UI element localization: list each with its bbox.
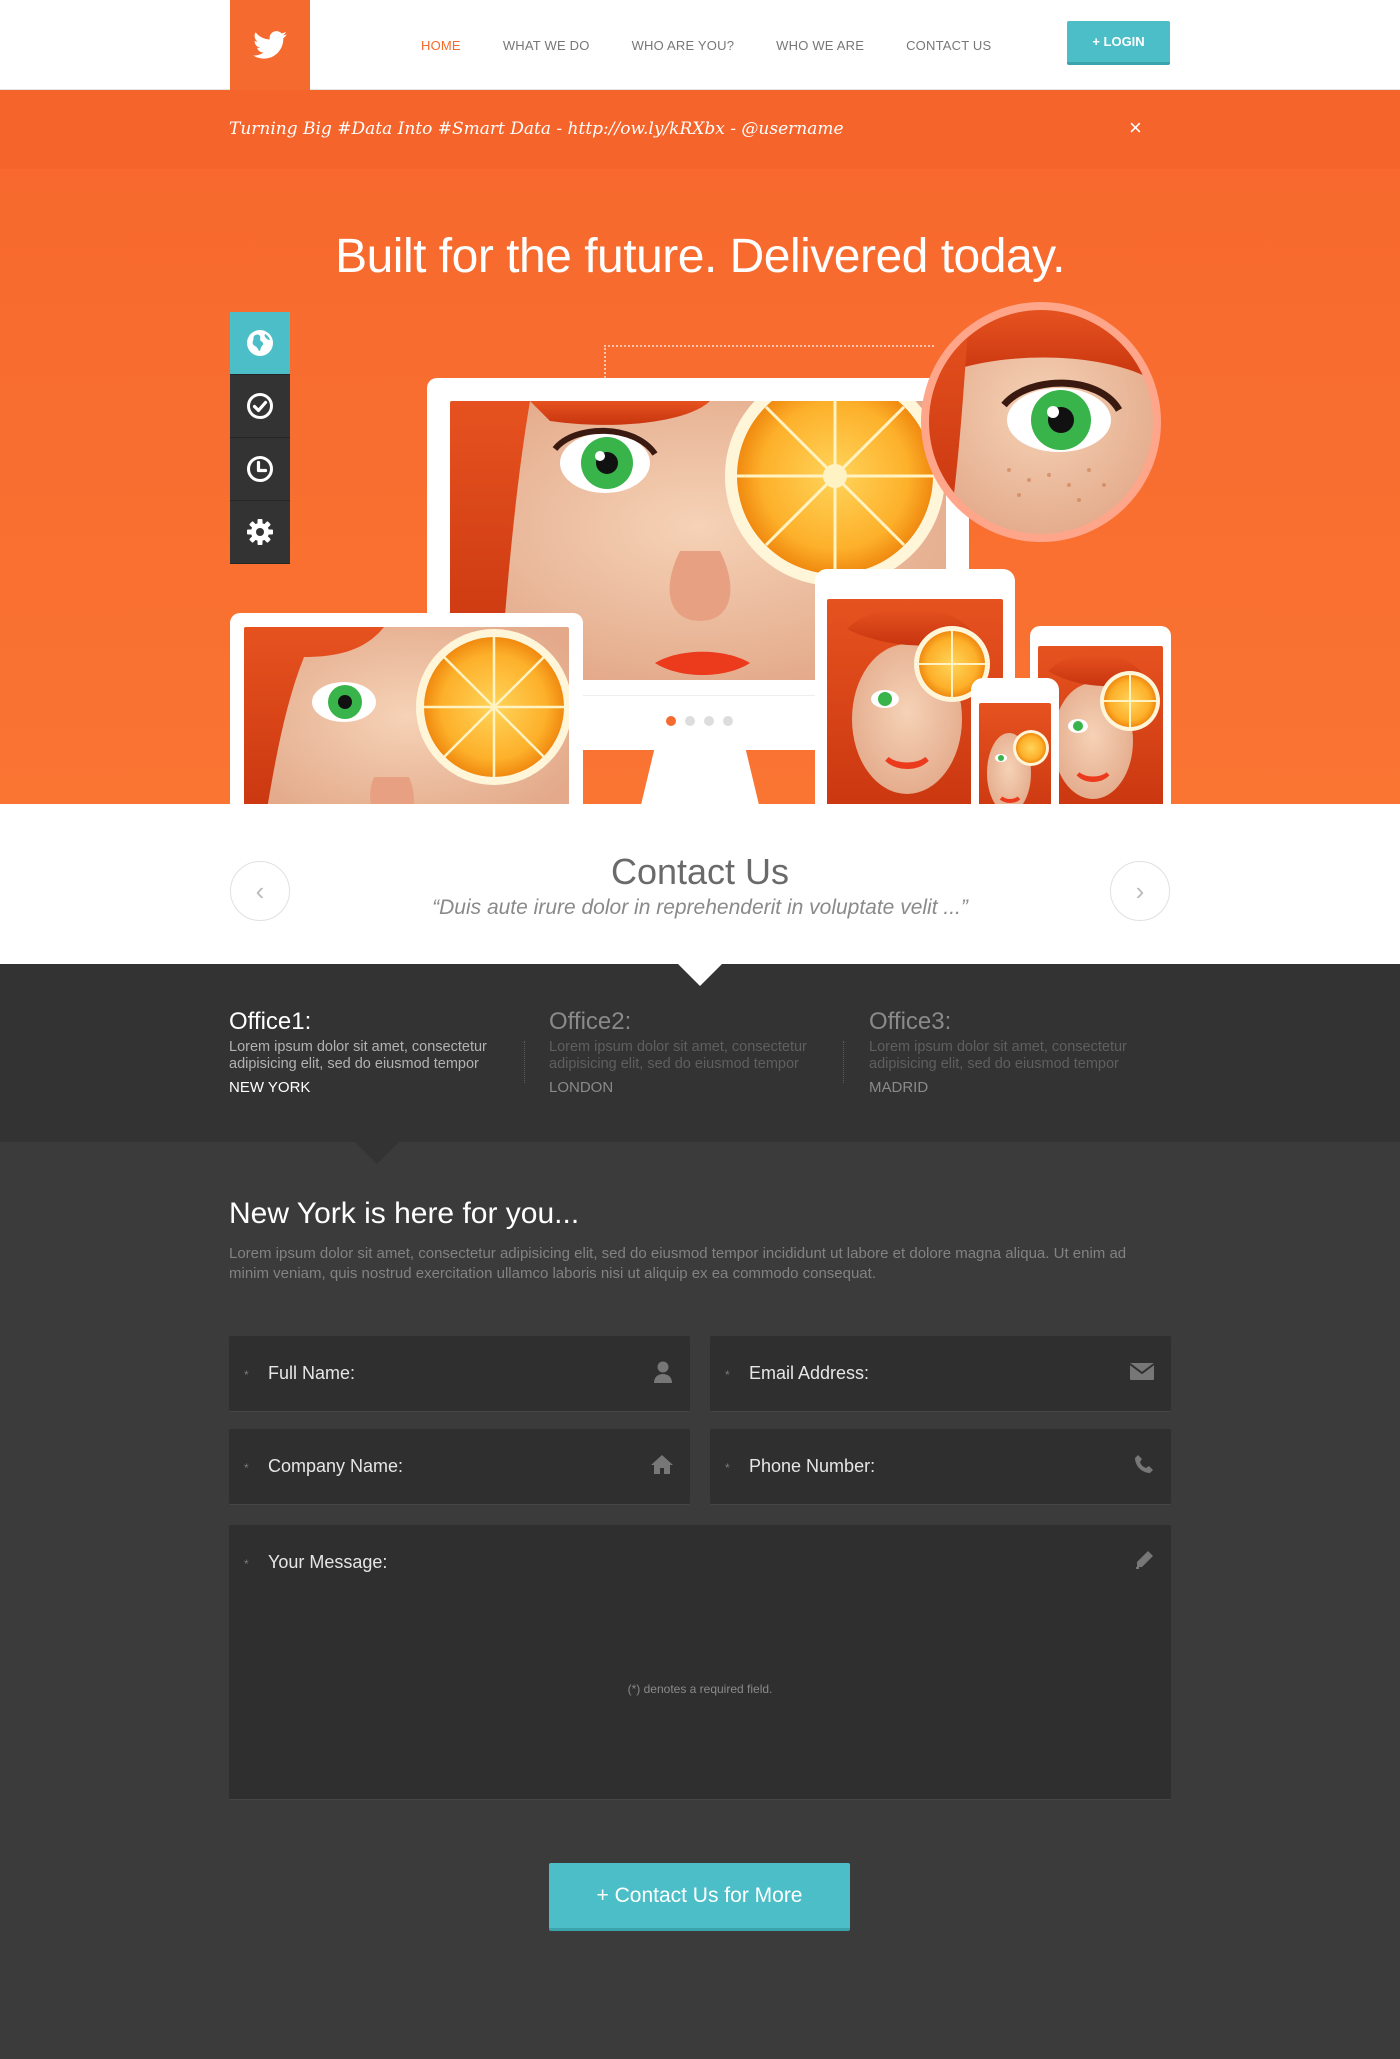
pencil-icon xyxy=(1133,1549,1155,1576)
phone-label: Phone Number: xyxy=(749,1456,876,1476)
submit-button[interactable]: + Contact Us for More xyxy=(549,1863,850,1931)
laptop-device xyxy=(230,613,583,804)
offices-bar: Office1: Lorem ipsum dolor sit amet, con… xyxy=(0,964,1400,1164)
divider xyxy=(524,1041,525,1083)
main-nav: HOME WHAT WE DO WHO ARE YOU? WHO WE ARE … xyxy=(400,0,1012,90)
gear-icon xyxy=(247,519,273,545)
phone-icon xyxy=(1133,1453,1155,1480)
site-header: HOME WHAT WE DO WHO ARE YOU? WHO WE ARE … xyxy=(0,0,1400,90)
office-title: Office3: xyxy=(869,1008,952,1035)
monitor-stand xyxy=(640,749,760,804)
full-name-field[interactable]: * Full Name: xyxy=(229,1336,690,1412)
carousel-dot[interactable] xyxy=(723,716,733,726)
side-tab-check[interactable] xyxy=(230,375,290,438)
hero-section: Built for the future. Delivered today. xyxy=(0,169,1400,804)
required-star: * xyxy=(244,1461,249,1475)
office-title: Office1: xyxy=(229,1008,312,1035)
office-city: NEW YORK xyxy=(229,1079,311,1096)
required-star: * xyxy=(725,1461,730,1475)
company-label: Company Name: xyxy=(268,1456,404,1476)
carousel-dot[interactable] xyxy=(685,716,695,726)
office-text: Lorem ipsum dolor sit amet, consectetur … xyxy=(549,1039,807,1072)
side-tab-settings[interactable] xyxy=(230,501,290,564)
zoom-circle xyxy=(921,302,1161,542)
slider-quote: “Duis aute irure dolor in reprehenderit … xyxy=(432,896,968,919)
login-button[interactable]: + LOGIN xyxy=(1067,21,1170,65)
required-note: (*) denotes a required field. xyxy=(627,1682,773,1696)
tweet-text: Turning Big #Data Into #Smart Data - htt… xyxy=(229,119,844,139)
slider-strip: ‹ › Contact Us “Duis aute irure dolor in… xyxy=(0,804,1400,964)
side-tab-bar xyxy=(230,312,290,564)
office-city: LONDON xyxy=(549,1079,614,1096)
form-description: Lorem ipsum dolor sit amet, consectetur … xyxy=(229,1245,1127,1282)
carousel-dots xyxy=(666,716,733,726)
nav-what-we-do[interactable]: WHAT WE DO xyxy=(503,38,590,53)
twitter-logo[interactable] xyxy=(230,0,310,90)
carousel-dot[interactable] xyxy=(666,716,676,726)
office-tab-2[interactable]: Office2: Lorem ipsum dolor sit amet, con… xyxy=(549,1008,839,1096)
office-text: Lorem ipsum dolor sit amet, consectetur … xyxy=(229,1039,487,1072)
check-icon xyxy=(247,393,273,419)
phone-device xyxy=(971,678,1059,804)
office-tab-1[interactable]: Office1: Lorem ipsum dolor sit amet, con… xyxy=(229,1008,519,1096)
required-star: * xyxy=(244,1557,249,1571)
slider-title: Contact Us xyxy=(610,851,790,892)
laptop-screen-image xyxy=(244,627,569,804)
email-label: Email Address: xyxy=(749,1363,870,1383)
phone-screen-image xyxy=(979,703,1051,804)
email-field[interactable]: * Email Address: xyxy=(710,1336,1171,1412)
twitter-bird-icon xyxy=(253,31,287,59)
clock-icon xyxy=(247,456,273,482)
hero-title: Built for the future. Delivered today. xyxy=(335,230,1065,283)
envelope-icon xyxy=(1129,1360,1155,1387)
office-pointer xyxy=(355,1142,399,1164)
message-field[interactable]: * Your Message: xyxy=(229,1525,1171,1800)
divider xyxy=(843,1041,844,1083)
nav-contact-us[interactable]: CONTACT US xyxy=(906,38,991,53)
pointer-notch xyxy=(678,964,722,986)
tweet-bar: Turning Big #Data Into #Smart Data - htt… xyxy=(0,90,1400,169)
user-icon xyxy=(652,1360,674,1389)
carousel-dot[interactable] xyxy=(704,716,714,726)
required-star: * xyxy=(244,1368,249,1382)
message-label: Your Message: xyxy=(268,1552,388,1572)
office-city: MADRID xyxy=(869,1079,929,1096)
phone-field[interactable]: * Phone Number: xyxy=(710,1429,1171,1505)
office-title: Office2: xyxy=(549,1008,632,1035)
full-name-label: Full Name: xyxy=(268,1363,356,1383)
close-icon[interactable]: × xyxy=(1129,117,1142,139)
nav-who-we-are[interactable]: WHO WE ARE xyxy=(776,38,864,53)
required-star: * xyxy=(725,1368,730,1382)
office-text: Lorem ipsum dolor sit amet, consectetur … xyxy=(869,1039,1127,1072)
nav-home[interactable]: HOME xyxy=(421,38,461,53)
form-title: New York is here for you... xyxy=(229,1197,580,1230)
globe-icon xyxy=(247,330,273,356)
nav-who-are-you[interactable]: WHO ARE YOU? xyxy=(632,38,735,53)
side-tab-globe[interactable] xyxy=(230,312,290,375)
company-field[interactable]: * Company Name: xyxy=(229,1429,690,1505)
side-tab-clock[interactable] xyxy=(230,438,290,501)
office-tab-3[interactable]: Office3: Lorem ipsum dolor sit amet, con… xyxy=(869,1008,1159,1096)
home-icon xyxy=(650,1453,674,1480)
